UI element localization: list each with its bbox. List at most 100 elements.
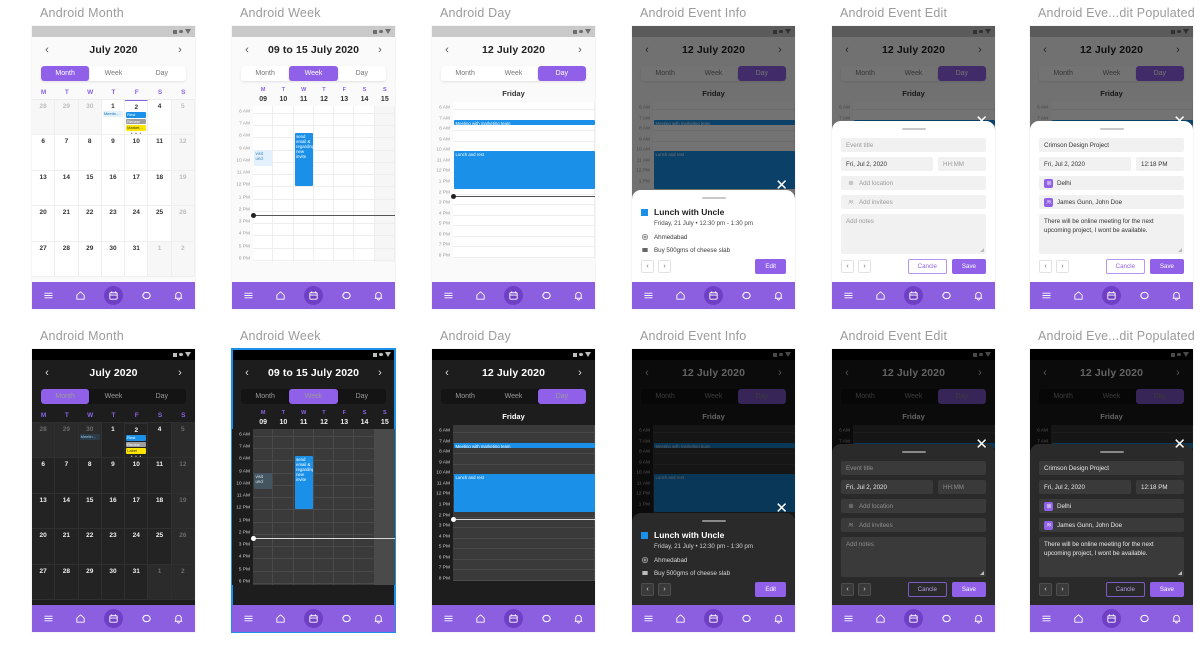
resize-handle-icon[interactable] (1178, 248, 1182, 252)
event-time-input[interactable]: HH:MM (938, 480, 986, 494)
calendar-event[interactable]: send email & regarding new invite (294, 132, 313, 187)
next-event-button[interactable]: › (1056, 260, 1069, 273)
tab-day[interactable]: Day (537, 66, 586, 81)
month-day-cell[interactable]: 12 (171, 135, 195, 171)
month-day-cell[interactable]: 1 (101, 423, 126, 459)
week-header-cell[interactable]: S 15 (375, 86, 395, 106)
month-day-cell[interactable]: 10 (125, 458, 149, 494)
month-day-cell[interactable]: 25 (148, 206, 172, 242)
month-day-cell[interactable]: 11 (148, 458, 172, 494)
nav-chat[interactable] (537, 610, 555, 628)
event-title-input[interactable]: Crimson Design Project (1039, 461, 1184, 475)
month-day-cell[interactable]: 21 (55, 206, 79, 242)
nav-bell[interactable] (170, 287, 188, 305)
nav-bell[interactable] (370, 287, 388, 305)
month-day-cell[interactable]: 4 (148, 100, 172, 136)
nav-calendar[interactable] (303, 286, 323, 305)
nav-calendar[interactable] (703, 609, 723, 628)
nav-bell[interactable] (970, 610, 988, 628)
nav-home[interactable] (872, 287, 890, 305)
sheet-grabber[interactable] (1099, 451, 1124, 453)
month-day-cell[interactable]: 4 (148, 423, 172, 459)
month-day-cell[interactable]: 1 (148, 241, 172, 277)
calendar-event[interactable]: Meeting with marketing team (454, 442, 595, 449)
event-chip[interactable]: Label (126, 448, 147, 454)
close-icon[interactable]: ✕ (1173, 437, 1186, 452)
week-header-cell[interactable]: T 10 (273, 409, 293, 429)
nav-calendar[interactable] (903, 609, 923, 628)
nav-chat[interactable] (937, 287, 955, 305)
timetable-column[interactable] (253, 106, 274, 262)
timetable-column[interactable] (354, 106, 375, 262)
nav-home[interactable] (872, 610, 890, 628)
month-day-cell[interactable]: 29 (78, 564, 102, 600)
tab-week[interactable]: Week (489, 66, 537, 81)
month-day-cell[interactable]: 2 (171, 241, 195, 277)
nav-bell[interactable] (1168, 610, 1186, 628)
next-period-button[interactable]: › (574, 44, 586, 56)
event-time-input[interactable]: 12:18 PM (1136, 480, 1184, 494)
month-day-cell[interactable]: 16 (101, 493, 126, 530)
save-button[interactable]: Save (951, 582, 986, 597)
event-chip[interactable]: Renew (126, 118, 147, 124)
timetable-column[interactable] (354, 429, 375, 585)
nav-bell[interactable] (570, 610, 588, 628)
nav-menu[interactable] (239, 287, 257, 305)
nav-home[interactable] (672, 287, 690, 305)
sheet-grabber[interactable] (1099, 128, 1124, 130)
nav-bell[interactable] (770, 287, 788, 305)
nav-home[interactable] (672, 610, 690, 628)
month-day-cell[interactable]: 9 (101, 458, 126, 494)
nav-home[interactable] (472, 287, 490, 305)
prev-period-button[interactable]: ‹ (41, 367, 53, 379)
event-location-input[interactable]: Add location (841, 176, 986, 190)
month-day-cell[interactable]: 12 (171, 458, 195, 494)
week-header-cell[interactable]: F 13 (334, 409, 354, 429)
nav-calendar[interactable] (903, 286, 923, 305)
edit-button[interactable]: Edit (755, 259, 786, 274)
event-invitees-input[interactable]: Add invitees (841, 518, 986, 532)
month-day-cell[interactable]: 8 (78, 458, 102, 494)
next-period-button[interactable]: › (374, 367, 386, 379)
sheet-grabber[interactable] (701, 197, 726, 199)
month-day-cell[interactable]: 11 (148, 135, 172, 171)
month-day-cell[interactable]: 2 (171, 564, 195, 600)
cancel-button[interactable]: Cancle (907, 582, 947, 597)
resize-handle-icon[interactable] (1178, 571, 1182, 575)
nav-chat[interactable] (137, 610, 155, 628)
close-icon[interactable]: ✕ (975, 114, 988, 129)
prev-event-button[interactable]: ‹ (1039, 583, 1052, 596)
nav-calendar[interactable] (1101, 286, 1121, 305)
nav-chat[interactable] (1135, 287, 1153, 305)
nav-calendar[interactable] (1101, 609, 1121, 628)
month-day-cell[interactable]: 24 (125, 206, 149, 242)
next-period-button[interactable]: › (574, 367, 586, 379)
week-header-cell[interactable]: F 13 (334, 86, 354, 106)
week-header-cell[interactable]: M 09 (253, 86, 273, 106)
month-day-cell[interactable]: 28 (32, 100, 56, 136)
calendar-event[interactable]: Lunch and rest (454, 151, 595, 190)
event-date-input[interactable]: Fri, Jul 2, 2020 (1039, 157, 1131, 171)
save-button[interactable]: Save (951, 259, 986, 274)
nav-chat[interactable] (337, 610, 355, 628)
tab-day[interactable]: Day (138, 389, 186, 404)
next-event-button[interactable]: › (858, 260, 871, 273)
nav-menu[interactable] (639, 287, 657, 305)
resize-handle-icon[interactable] (980, 571, 984, 575)
month-day-cell[interactable]: 28 (55, 564, 79, 600)
prev-period-button[interactable]: ‹ (241, 44, 253, 56)
tab-week[interactable]: Week (289, 66, 338, 81)
event-date-input[interactable]: Fri, Jul 2, 2020 (841, 157, 933, 171)
prev-period-button[interactable]: ‹ (241, 367, 253, 379)
month-day-cell[interactable]: 31 (125, 564, 149, 600)
month-day-cell[interactable]: 2 Rest Renew Market... • • • (125, 100, 149, 136)
month-day-cell[interactable]: 29 (55, 100, 79, 136)
event-notes-input[interactable]: There will be online meeting for the nex… (1039, 537, 1184, 577)
event-invitees-input[interactable]: James Gunn, John Doe (1039, 518, 1184, 532)
nav-menu[interactable] (1037, 287, 1055, 305)
nav-calendar[interactable] (103, 286, 123, 305)
nav-home[interactable] (1070, 287, 1088, 305)
event-location-input[interactable]: Delhi (1039, 499, 1184, 513)
nav-calendar[interactable] (703, 286, 723, 305)
month-day-cell[interactable]: 18 (148, 493, 172, 530)
